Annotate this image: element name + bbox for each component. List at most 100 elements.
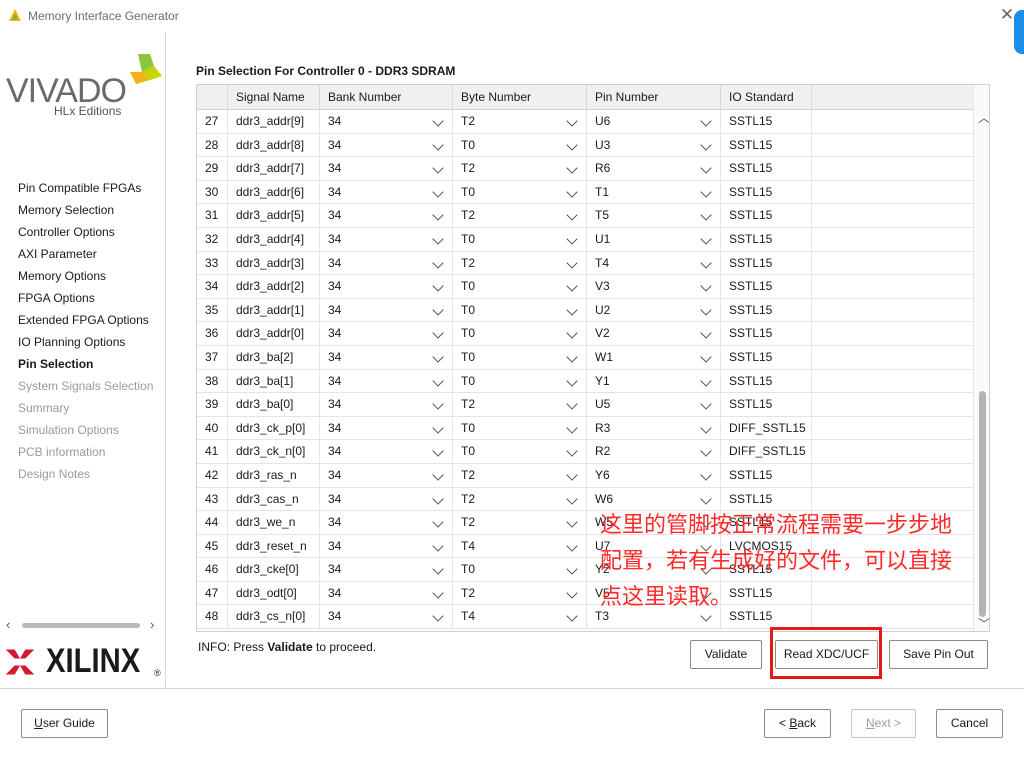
chevron-down-icon[interactable] (566, 587, 578, 599)
chevron-down-icon[interactable] (700, 256, 712, 269)
side-edge-tab[interactable] (1014, 10, 1024, 54)
chevron-down-icon[interactable] (432, 280, 444, 292)
chevron-down-icon[interactable] (566, 422, 578, 434)
chevron-down-icon[interactable] (432, 587, 444, 599)
chevron-down-icon[interactable] (700, 209, 712, 222)
byte-number-select[interactable]: T0 (453, 558, 587, 581)
nav-item-pcb-information[interactable]: PCB information (18, 441, 164, 463)
chevron-down-icon[interactable] (432, 138, 444, 151)
byte-number-select[interactable]: T2 (453, 463, 587, 487)
chevron-down-icon[interactable] (432, 492, 444, 505)
chevron-down-icon[interactable] (566, 516, 578, 528)
chevron-down-icon[interactable] (566, 327, 578, 340)
chevron-down-icon[interactable] (432, 115, 444, 127)
chevron-down-icon[interactable] (566, 469, 578, 481)
chevron-down-icon[interactable] (432, 610, 444, 623)
chevron-down-icon[interactable] (566, 540, 578, 552)
byte-number-select[interactable]: T2 (453, 581, 587, 605)
bank-number-select[interactable]: 34 (320, 369, 453, 393)
byte-number-select[interactable]: T0 (453, 275, 587, 298)
byte-number-select[interactable]: T0 (453, 322, 587, 345)
bank-number-select[interactable]: 34 (320, 298, 453, 322)
byte-number-select[interactable]: T0 (453, 227, 587, 251)
chevron-down-icon[interactable] (566, 162, 578, 174)
column-header[interactable]: Signal Name (228, 85, 320, 110)
bank-number-select[interactable]: 34 (320, 393, 453, 416)
byte-number-select[interactable]: T2 (453, 110, 587, 133)
bank-number-select[interactable]: 34 (320, 275, 453, 298)
chevron-down-icon[interactable] (432, 540, 444, 552)
next-button[interactable]: Next > (851, 709, 916, 738)
byte-number-select[interactable]: T0 (453, 440, 587, 463)
nav-item-design-notes[interactable]: Design Notes (18, 463, 164, 485)
chevron-down-icon[interactable] (566, 280, 578, 292)
chevron-down-icon[interactable] (432, 516, 444, 528)
scrollbar-thumb[interactable] (979, 391, 986, 617)
pin-number-select[interactable]: U1 (587, 227, 721, 251)
nav-item-summary[interactable]: Summary (18, 397, 164, 419)
scroll-right-icon[interactable]: › (150, 617, 154, 632)
nav-item-pin-selection[interactable]: Pin Selection (18, 353, 164, 375)
cancel-button[interactable]: Cancel (936, 709, 1003, 738)
bank-number-select[interactable]: 34 (320, 463, 453, 487)
chevron-down-icon[interactable] (432, 304, 444, 316)
bank-number-select[interactable]: 34 (320, 133, 453, 157)
nav-item-memory-selection[interactable]: Memory Selection (18, 199, 164, 221)
bank-number-select[interactable]: 34 (320, 511, 453, 534)
bank-number-select[interactable]: 34 (320, 558, 453, 581)
chevron-down-icon[interactable] (566, 233, 578, 245)
chevron-down-icon[interactable] (700, 162, 712, 174)
validate-button[interactable]: Validate (690, 640, 762, 669)
pin-number-select[interactable]: W1 (587, 345, 721, 369)
pin-number-select[interactable]: R6 (587, 157, 721, 180)
chevron-down-icon[interactable] (700, 351, 712, 363)
chevron-down-icon[interactable] (566, 351, 578, 363)
bank-number-select[interactable]: 34 (320, 157, 453, 180)
pin-number-select[interactable]: Y6 (587, 463, 721, 487)
chevron-down-icon[interactable] (566, 398, 578, 410)
chevron-down-icon[interactable] (432, 445, 444, 457)
pin-number-select[interactable]: W6 (587, 487, 721, 511)
pin-number-select[interactable]: T5 (587, 204, 721, 227)
chevron-down-icon[interactable] (566, 374, 578, 387)
pin-number-select[interactable]: U3 (587, 133, 721, 157)
pin-number-select[interactable]: U2 (587, 298, 721, 322)
column-header[interactable]: Pin Number (587, 85, 721, 110)
pin-number-select[interactable]: R2 (587, 440, 721, 463)
byte-number-select[interactable]: T0 (453, 180, 587, 204)
byte-number-select[interactable]: T0 (453, 133, 587, 157)
scroll-down-icon[interactable]: ﹀ (978, 615, 989, 631)
nav-item-fpga-options[interactable]: FPGA Options (18, 287, 164, 309)
table-vertical-scrollbar[interactable]: ︿ ﹀ (973, 85, 989, 631)
chevron-down-icon[interactable] (566, 492, 578, 505)
chevron-down-icon[interactable] (700, 445, 712, 457)
chevron-down-icon[interactable] (566, 138, 578, 151)
chevron-down-icon[interactable] (566, 445, 578, 457)
byte-number-select[interactable]: T2 (453, 487, 587, 511)
chevron-down-icon[interactable] (566, 209, 578, 222)
chevron-down-icon[interactable] (700, 186, 712, 198)
nav-item-memory-options[interactable]: Memory Options (18, 265, 164, 287)
bank-number-select[interactable]: 34 (320, 345, 453, 369)
chevron-down-icon[interactable] (700, 138, 712, 151)
pin-number-select[interactable]: U6 (587, 110, 721, 133)
bank-number-select[interactable]: 34 (320, 440, 453, 463)
bank-number-select[interactable]: 34 (320, 251, 453, 275)
nav-item-system-signals-selection[interactable]: System Signals Selection (18, 375, 164, 397)
nav-item-pin-compatible-fpgas[interactable]: Pin Compatible FPGAs (18, 177, 164, 199)
chevron-down-icon[interactable] (432, 327, 444, 340)
pin-number-select[interactable]: Y1 (587, 369, 721, 393)
chevron-down-icon[interactable] (432, 351, 444, 363)
user-guide-button[interactable]: User Guide (21, 709, 108, 738)
column-header[interactable] (197, 85, 228, 110)
pin-number-select[interactable]: V3 (587, 275, 721, 298)
bank-number-select[interactable]: 34 (320, 581, 453, 605)
chevron-down-icon[interactable] (700, 233, 712, 245)
chevron-down-icon[interactable] (432, 469, 444, 481)
byte-number-select[interactable]: T2 (453, 511, 587, 534)
chevron-down-icon[interactable] (432, 162, 444, 174)
chevron-down-icon[interactable] (700, 422, 712, 434)
nav-item-io-planning-options[interactable]: IO Planning Options (18, 331, 164, 353)
byte-number-select[interactable]: T0 (453, 345, 587, 369)
scroll-left-icon[interactable]: ‹ (6, 617, 10, 632)
